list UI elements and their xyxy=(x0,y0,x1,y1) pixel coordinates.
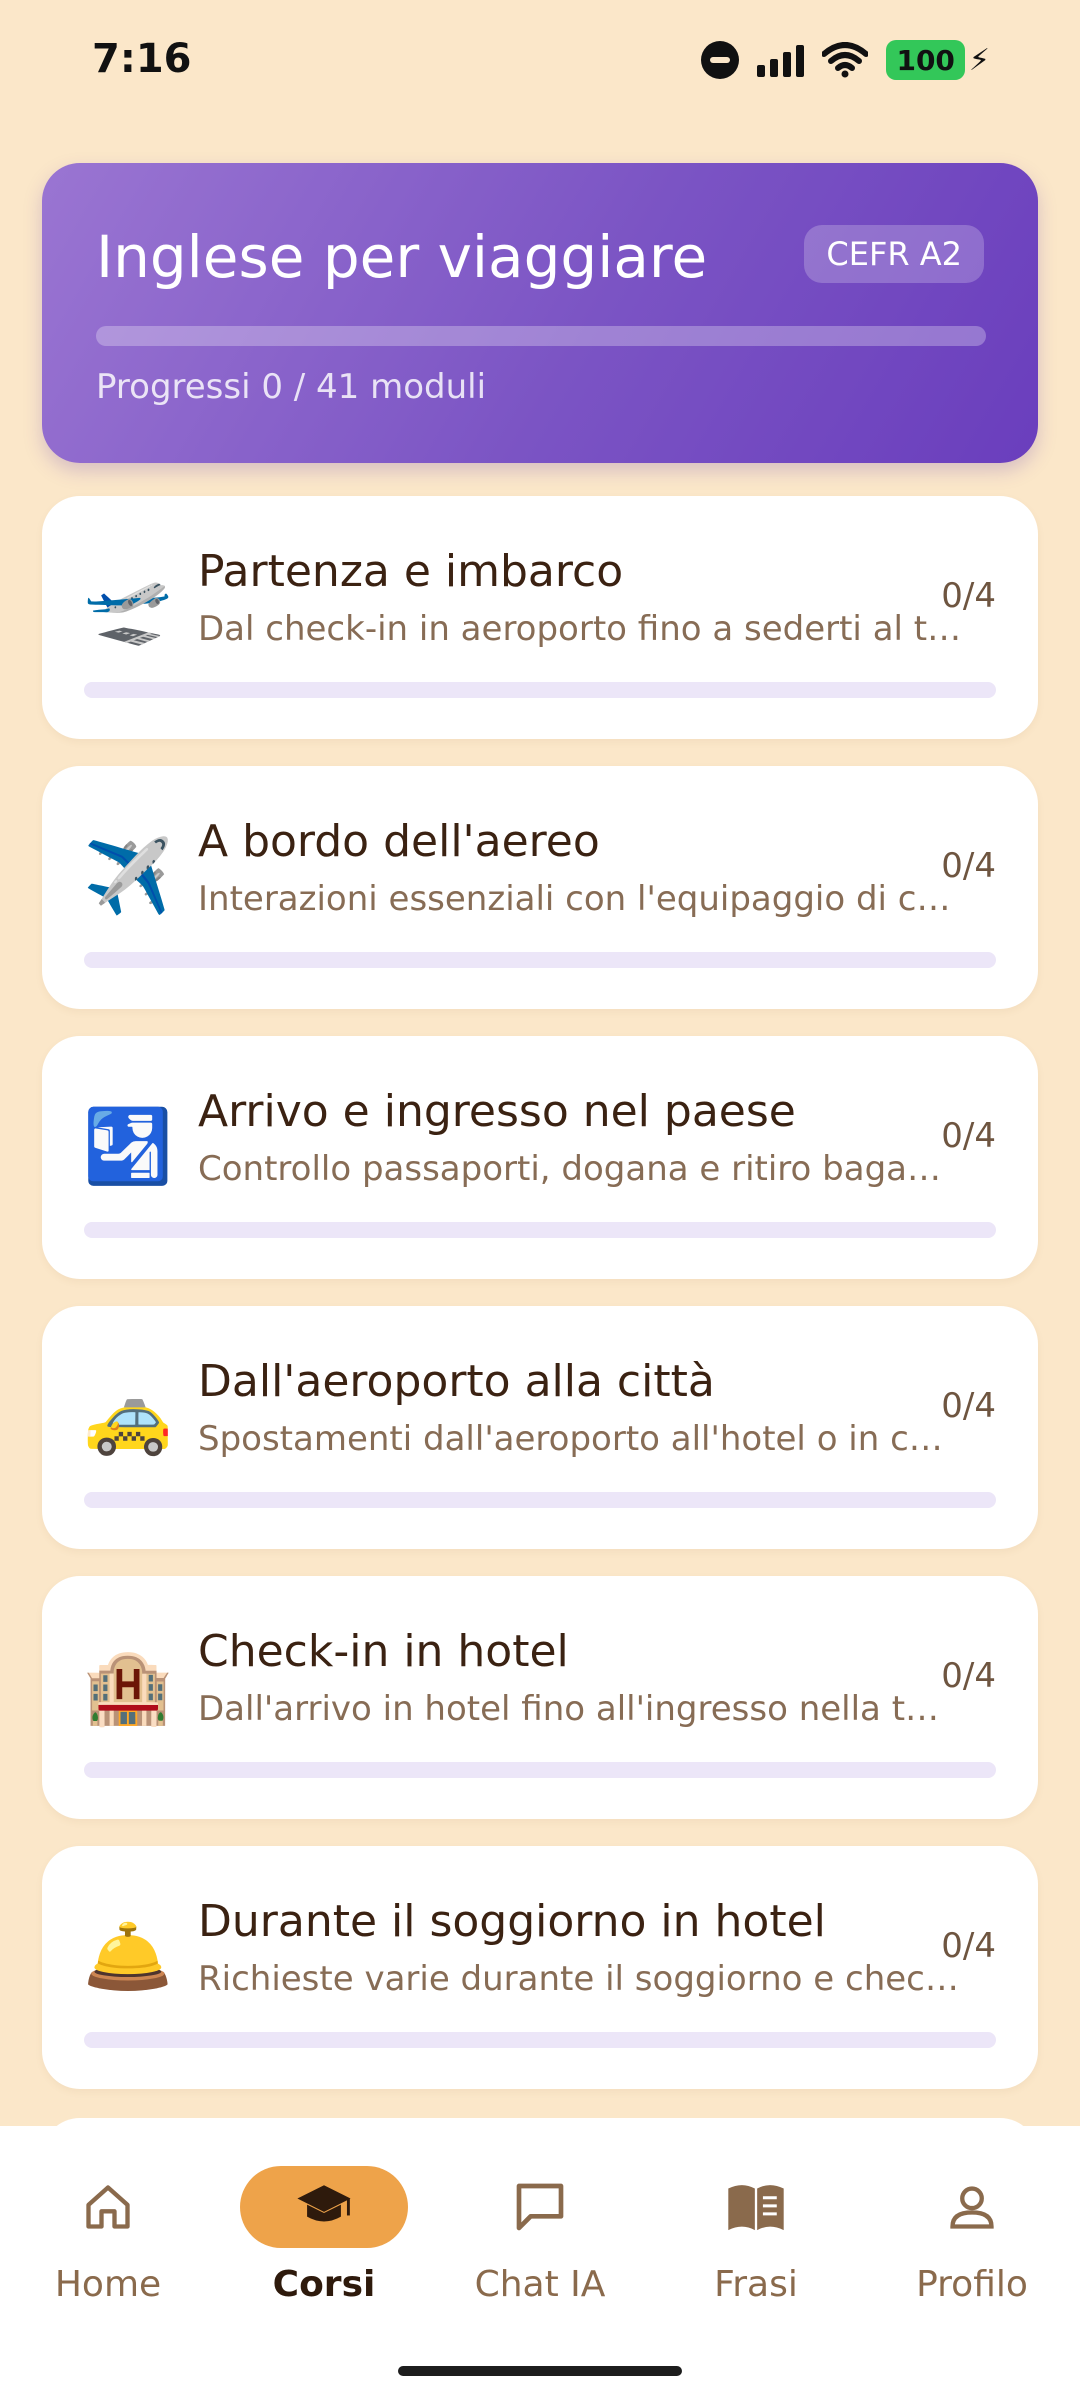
module-description: Richieste varie durante il soggiorno e c… xyxy=(198,1959,959,1999)
module-list: 🛫 Partenza e imbarco Dal check-in in aer… xyxy=(42,496,1038,2116)
nav-item-chat-ia[interactable]: Chat IA xyxy=(440,2166,640,2336)
home-icon xyxy=(86,2185,130,2229)
module-progress-bar xyxy=(84,682,996,698)
cefr-level-badge: CEFR A2 xyxy=(804,225,984,283)
module-title: A bordo dell'aereo xyxy=(198,816,600,867)
nav-label-home: Home xyxy=(54,2264,162,2305)
module-progress-count: 0/4 xyxy=(941,1656,996,1696)
bellhop-bell-icon: 🛎️ xyxy=(83,1913,173,1998)
wifi-icon xyxy=(822,42,869,78)
module-title: Arrivo e ingresso nel paese xyxy=(198,1086,796,1137)
module-progress-bar xyxy=(84,1762,996,1778)
module-description: Controllo passaporti, dogana e ritiro ba… xyxy=(198,1149,941,1189)
battery-level: 100 xyxy=(896,43,955,77)
module-progress-count: 0/4 xyxy=(941,576,996,616)
nav-label-profilo: Profilo xyxy=(916,2264,1028,2305)
module-card[interactable]: 🏨 Check-in in hotel Dall'arrivo in hotel… xyxy=(42,1576,1038,1819)
course-header-card: Inglese per viaggiare CEFR A2 Progressi … xyxy=(42,163,1038,463)
module-progress-bar xyxy=(84,1492,996,1508)
home-indicator xyxy=(398,2366,682,2376)
module-progress-count: 0/4 xyxy=(941,1116,996,1156)
passport-control-icon: 🛂 xyxy=(83,1103,173,1188)
bottom-navigation: Home Corsi Chat IA Frasi Profilo xyxy=(0,2126,1080,2400)
taxi-icon: 🚕 xyxy=(83,1373,173,1458)
nav-item-profilo[interactable]: Profilo xyxy=(872,2166,1072,2336)
battery-icon: 100 xyxy=(886,40,965,80)
status-icons: 100 ⚡ xyxy=(701,38,990,82)
hotel-icon: 🏨 xyxy=(83,1643,173,1728)
cellular-signal-icon xyxy=(757,43,805,77)
module-card[interactable]: 🛂 Arrivo e ingresso nel paese Controllo … xyxy=(42,1036,1038,1279)
module-progress-count: 0/4 xyxy=(941,846,996,886)
do-not-disturb-icon xyxy=(701,41,740,79)
book-icon xyxy=(728,2185,784,2231)
module-description: Spostamenti dall'aeroporto all'hotel o i… xyxy=(198,1419,943,1459)
module-title: Dall'aeroporto alla città xyxy=(198,1356,715,1407)
nav-label-frasi: Frasi xyxy=(714,2264,798,2305)
charging-bolt-icon: ⚡ xyxy=(968,42,990,78)
course-progress-label: Progressi 0 / 41 moduli xyxy=(96,367,487,407)
chat-bubble-icon xyxy=(516,2183,564,2231)
module-progress-bar xyxy=(84,952,996,968)
status-bar: 7:16 100 ⚡ xyxy=(0,0,1080,120)
course-title: Inglese per viaggiare xyxy=(96,223,708,291)
status-time: 7:16 xyxy=(92,36,192,82)
airplane-icon: ✈️ xyxy=(83,833,173,918)
module-progress-count: 0/4 xyxy=(941,1386,996,1426)
nav-item-corsi[interactable]: Corsi xyxy=(224,2166,424,2336)
module-title: Partenza e imbarco xyxy=(198,546,624,597)
profile-icon xyxy=(950,2186,994,2229)
module-card[interactable]: 🛫 Partenza e imbarco Dal check-in in aer… xyxy=(42,496,1038,739)
module-card[interactable]: ✈️ A bordo dell'aereo Interazioni essenz… xyxy=(42,766,1038,1009)
module-progress-bar xyxy=(84,1222,996,1238)
module-title: Check-in in hotel xyxy=(198,1626,569,1677)
module-card[interactable]: 🚕 Dall'aeroporto alla città Spostamenti … xyxy=(42,1306,1038,1549)
nav-label-corsi: Corsi xyxy=(272,2264,376,2305)
module-description: Dal check-in in aeroporto fino a sederti… xyxy=(198,609,962,649)
module-progress-count: 0/4 xyxy=(941,1926,996,1966)
module-description: Dall'arrivo in hotel fino all'ingresso n… xyxy=(198,1689,940,1729)
graduation-cap-icon xyxy=(297,2185,351,2222)
module-progress-bar xyxy=(84,2032,996,2048)
airplane-departure-icon: 🛫 xyxy=(83,563,173,648)
nav-label-chat-ia: Chat IA xyxy=(474,2264,606,2305)
nav-item-frasi[interactable]: Frasi xyxy=(656,2166,856,2336)
module-title: Durante il soggiorno in hotel xyxy=(198,1896,826,1947)
module-card[interactable]: 🛎️ Durante il soggiorno in hotel Richies… xyxy=(42,1846,1038,2089)
nav-item-home[interactable]: Home xyxy=(8,2166,208,2336)
course-progress-bar xyxy=(96,326,986,346)
module-description: Interazioni essenziali con l'equipaggio … xyxy=(198,879,951,919)
